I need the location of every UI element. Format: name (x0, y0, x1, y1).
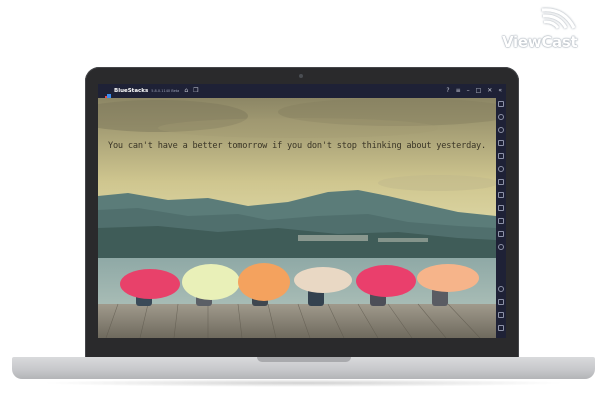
volume-down-icon[interactable] (498, 127, 504, 133)
screenshot-icon[interactable] (498, 192, 504, 198)
back-icon[interactable] (498, 299, 504, 305)
signal-waves-icon (541, 8, 576, 29)
fullscreen-icon[interactable] (498, 101, 504, 107)
shake-icon[interactable] (498, 179, 504, 185)
settings-icon[interactable] (498, 286, 504, 292)
wallpaper-image (98, 98, 496, 338)
eco-mode-icon[interactable] (498, 244, 504, 250)
laptop-base (12, 357, 595, 379)
home-nav-icon[interactable] (498, 312, 504, 318)
copy-icon[interactable] (498, 231, 504, 237)
watermark-text: ViewCast (502, 33, 578, 51)
home-icon[interactable]: ⌂ (184, 84, 188, 98)
laptop-shadow (40, 379, 567, 387)
minimize-icon[interactable]: – (467, 84, 470, 98)
app-version: 5.8.0.1140 Beta (151, 89, 180, 93)
menu-icon[interactable]: ≡ (456, 84, 461, 98)
home-screen-wallpaper[interactable]: You can't have a better tomorrow if you … (98, 98, 496, 338)
window-controls: ? ≡ – □ ✕ « (440, 84, 502, 98)
close-icon[interactable]: ✕ (487, 84, 492, 98)
folder-icon[interactable] (498, 218, 504, 224)
wallpaper-quote: You can't have a better tomorrow if you … (107, 141, 486, 151)
multi-instance-icon[interactable]: ❐ (193, 84, 198, 98)
collapse-sidebar-icon[interactable]: « (498, 84, 502, 98)
screen-record-icon[interactable] (498, 140, 504, 146)
laptop-opening-notch (257, 357, 351, 362)
emulator-titlebar: BlueStacks 5.8.0.1140 Beta ⌂ ❐ ? ≡ – □ ✕… (98, 84, 506, 102)
volume-up-icon[interactable] (498, 114, 504, 120)
recent-apps-icon[interactable] (498, 325, 504, 331)
emulator-sidebar (496, 98, 506, 338)
rotate-icon[interactable] (498, 166, 504, 172)
app-name: BlueStacks (114, 88, 149, 94)
macro-icon[interactable] (498, 205, 504, 211)
keyboard-icon[interactable] (498, 153, 504, 159)
maximize-icon[interactable]: □ (476, 84, 482, 98)
laptop-lid: BlueStacks 5.8.0.1140 Beta ⌂ ❐ ? ≡ – □ ✕… (85, 67, 519, 360)
viewcast-watermark: ViewCast (498, 6, 596, 52)
bluestacks-logo-icon (103, 87, 111, 102)
help-icon[interactable]: ? (446, 84, 449, 98)
webcam (299, 74, 303, 78)
laptop-screen: BlueStacks 5.8.0.1140 Beta ⌂ ❐ ? ≡ – □ ✕… (98, 84, 506, 338)
